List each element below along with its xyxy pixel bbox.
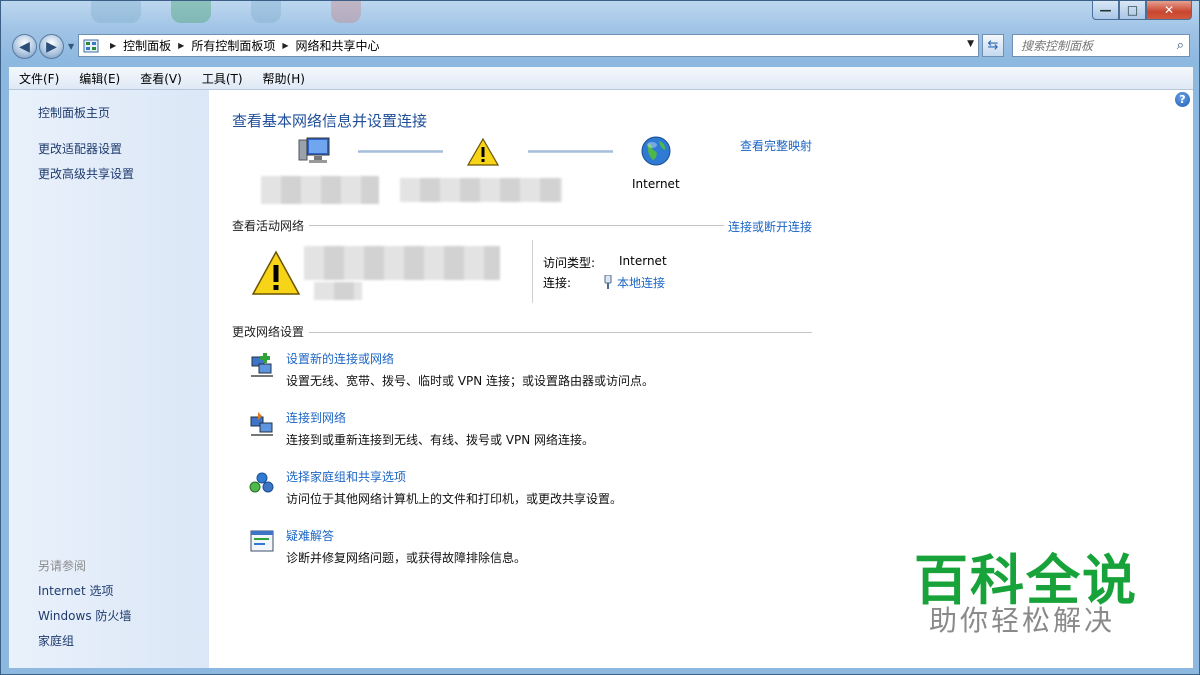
redacted-active-network	[304, 246, 500, 280]
connection-link[interactable]: 本地连接	[603, 274, 665, 291]
connection-row: 连接: 本地连接	[543, 274, 665, 291]
change-settings-title: 更改网络设置	[232, 325, 305, 339]
view-full-map-link[interactable]: 查看完整映射	[740, 137, 812, 154]
breadcrumb-all-items[interactable]: 所有控制面板项	[191, 37, 275, 54]
redacted-computer-name	[261, 176, 379, 204]
see-also-title: 另请参阅	[38, 559, 87, 573]
refresh-button[interactable]: ⇆	[982, 34, 1004, 57]
redacted-network-type	[314, 282, 362, 300]
breadcrumb-control-panel[interactable]: 控制面板	[123, 37, 171, 54]
forward-button[interactable]: ▶	[39, 34, 64, 59]
divider	[532, 240, 533, 303]
taskbar-blur	[171, 1, 211, 23]
sidebar-advanced-sharing[interactable]: 更改高级共享设置	[38, 165, 134, 182]
task-description: 连接到或重新连接到无线、有线、拨号或 VPN 网络连接。	[286, 433, 595, 447]
task-description: 设置无线、宽带、拨号、临时或 VPN 连接；或设置路由器或访问点。	[286, 374, 655, 388]
connection-label: 连接:	[543, 276, 572, 290]
homegroup-icon	[249, 472, 274, 493]
local-connection-link[interactable]: 本地连接	[617, 276, 665, 290]
watermark-subtitle: 助你轻松解决	[929, 604, 1116, 637]
access-type-value: Internet	[619, 254, 667, 268]
close-button[interactable]: ✕	[1146, 1, 1192, 20]
back-button[interactable]: ◀	[12, 34, 37, 59]
menu-tools[interactable]: 工具(T)	[192, 70, 253, 87]
connect-disconnect-link[interactable]: 连接或断开连接	[728, 218, 812, 235]
menu-help[interactable]: 帮助(H)	[253, 70, 315, 87]
search-box[interactable]: ⌕	[1012, 34, 1190, 57]
task-title[interactable]: 选择家庭组和共享选项	[286, 468, 406, 485]
sidebar: 控制面板主页 更改适配器设置 更改高级共享设置 另请参阅 Internet 选项…	[9, 90, 209, 668]
ethernet-plug-icon	[604, 274, 612, 289]
access-type-label: 访问类型:	[543, 256, 596, 270]
task-title[interactable]: 疑难解答	[286, 527, 334, 544]
refresh-icon: ⇆	[987, 38, 999, 53]
menu-edit[interactable]: 编辑(E)	[69, 70, 130, 87]
chevron-right-icon[interactable]: ▶	[110, 41, 116, 50]
help-icon[interactable]: ?	[1175, 92, 1190, 107]
globe-icon	[641, 136, 671, 166]
breadcrumb-network-center[interactable]: 网络和共享中心	[296, 37, 380, 54]
internet-node-label: Internet	[632, 177, 680, 191]
address-bar[interactable]: ▶ 控制面板 ▶ 所有控制面板项 ▶ 网络和共享中心 ▼	[78, 34, 979, 57]
warning-icon	[467, 138, 499, 166]
page-title: 查看基本网络信息并设置连接	[232, 112, 428, 130]
divider	[309, 332, 812, 333]
chevron-down-icon[interactable]: ▼	[967, 39, 974, 49]
see-also-firewall[interactable]: Windows 防火墙	[38, 607, 131, 624]
new-connection-icon	[251, 353, 273, 377]
menu-file[interactable]: 文件(F)	[9, 70, 69, 87]
window-controls: — □ ✕	[1092, 1, 1192, 21]
window: — □ ✕ ◀ ▶ ▼ ▶ 控制面板 ▶ 所有控制面板项 ▶ 网络和共享中心 ▼…	[0, 0, 1200, 675]
task-title[interactable]: 连接到网络	[286, 409, 346, 426]
arrow-right-icon: ▶	[46, 38, 57, 55]
arrow-left-icon: ◀	[19, 38, 30, 55]
recent-pages-dropdown[interactable]: ▼	[68, 42, 74, 51]
see-also-homegroup[interactable]: 家庭组	[38, 632, 74, 649]
maximize-button[interactable]: □	[1119, 1, 1146, 20]
task-description: 诊断并修复网络问题，或获得故障排除信息。	[286, 551, 527, 565]
redacted-network-name	[400, 178, 562, 202]
minimize-button[interactable]: —	[1092, 1, 1119, 20]
warning-large-icon	[251, 250, 301, 295]
taskbar-blur	[331, 1, 361, 23]
chevron-right-icon[interactable]: ▶	[282, 41, 288, 50]
divider	[309, 225, 724, 226]
see-also-internet-options[interactable]: Internet 选项	[38, 582, 113, 599]
network-link-line	[358, 150, 443, 153]
troubleshoot-icon	[250, 530, 274, 552]
control-panel-icon	[83, 39, 99, 52]
search-icon[interactable]: ⌕	[1177, 38, 1184, 53]
sidebar-home-link[interactable]: 控制面板主页	[38, 104, 110, 121]
network-link-line	[528, 150, 613, 153]
sidebar-adapter-settings[interactable]: 更改适配器设置	[38, 140, 122, 157]
taskbar-blur	[251, 1, 281, 23]
active-networks-title: 查看活动网络	[232, 219, 305, 233]
chevron-right-icon[interactable]: ▶	[178, 41, 184, 50]
menu-view[interactable]: 查看(V)	[130, 70, 192, 87]
search-input[interactable]	[1019, 37, 1173, 54]
task-description: 访问位于其他网络计算机上的文件和打印机，或更改共享设置。	[286, 492, 623, 506]
connect-network-icon	[250, 412, 273, 436]
task-title[interactable]: 设置新的连接或网络	[286, 350, 394, 367]
taskbar-blur	[91, 1, 141, 23]
menu-bar: 文件(F) 编辑(E) 查看(V) 工具(T) 帮助(H)	[9, 67, 1193, 90]
access-type-row: 访问类型: Internet	[543, 254, 667, 271]
computer-icon	[298, 137, 330, 163]
